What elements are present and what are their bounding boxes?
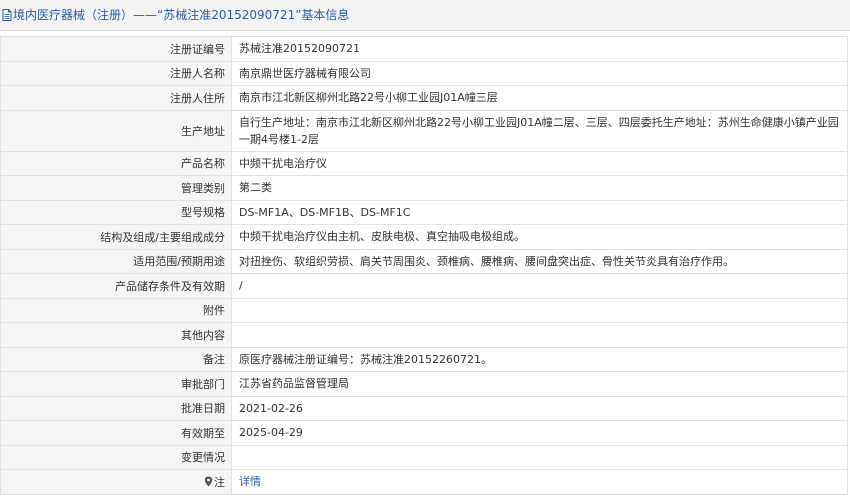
row-value-valid-until: 2025-04-29: [231, 420, 848, 446]
row-value-registrant-address: 南京市江北新区柳州北路22号小柳工业园J01A幢三层: [231, 85, 848, 111]
row-value-approval-dept: 江苏省药品监督管理局: [231, 371, 848, 397]
table-row: 注册人住所 南京市江北新区柳州北路22号小柳工业园J01A幢三层: [0, 85, 848, 111]
table-row: 有效期至 2025-04-29: [0, 420, 848, 446]
detail-table-container: 注册证编号 苏械注准20152090721 注册人名称 南京鼎世医疗器械有限公司…: [0, 36, 848, 495]
row-value-approval-date: 2021-02-26: [231, 395, 848, 421]
row-label-attachment: 附件: [0, 297, 232, 323]
row-label-registrant-address: 注册人住所: [0, 85, 232, 111]
row-label-management-class: 管理类别: [0, 175, 232, 201]
row-label-registrant-name: 注册人名称: [0, 60, 232, 86]
table-row: 备注 原医疗器械注册证编号：苏械注准20152260721。: [0, 346, 848, 372]
detail-table: 注册证编号 苏械注准20152090721 注册人名称 南京鼎世医疗器械有限公司…: [0, 36, 848, 495]
row-label-product-name: 产品名称: [0, 150, 232, 176]
table-row: 型号规格 DS-MF1A、DS-MF1B、DS-MF1C: [0, 199, 848, 225]
row-value-note: 详情: [231, 469, 848, 495]
table-row: 注册证编号 苏械注准20152090721: [0, 36, 848, 62]
row-value-production-address: 自行生产地址：南京市江北新区柳州北路22号小柳工业园J01A幢二层、三层、四层委…: [231, 109, 848, 152]
row-label-note: 注: [0, 469, 232, 495]
row-label-model-spec: 型号规格: [0, 199, 232, 225]
note-label: 注: [214, 475, 225, 489]
row-label-approval-date: 批准日期: [0, 395, 232, 421]
row-label-structure: 结构及组成/主要组成成分: [0, 224, 232, 250]
row-value-remark: 原医疗器械注册证编号：苏械注准20152260721。: [231, 346, 848, 372]
table-row: 批准日期 2021-02-26: [0, 395, 848, 421]
table-row: 适用范围/预期用途 对扭挫伤、软组织劳损、肩关节周围炎、颈椎病、腰椎病、腰间盘突…: [0, 248, 848, 274]
row-label-registration-number: 注册证编号: [0, 36, 232, 62]
table-row: 管理类别 第二类: [0, 175, 848, 201]
row-value-attachment: [231, 297, 848, 323]
table-row: 审批部门 江苏省药品监督管理局: [0, 371, 848, 397]
row-label-other: 其他内容: [0, 322, 232, 348]
row-label-approval-dept: 审批部门: [0, 371, 232, 397]
row-label-changes: 变更情况: [0, 444, 232, 470]
table-row: 产品储存条件及有效期 /: [0, 273, 848, 299]
table-row: 附件: [0, 297, 848, 323]
row-label-valid-until: 有效期至: [0, 420, 232, 446]
row-value-product-name: 中频干扰电治疗仪: [231, 150, 848, 176]
pin-icon: [204, 476, 213, 487]
page-title: 境内医疗器械（注册）——“苏械注准20152090721”基本信息: [13, 8, 350, 22]
row-label-storage: 产品储存条件及有效期: [0, 273, 232, 299]
row-value-registration-number: 苏械注准20152090721: [231, 36, 848, 62]
row-value-other: [231, 322, 848, 348]
row-label-intended-use: 适用范围/预期用途: [0, 248, 232, 274]
row-value-changes: [231, 444, 848, 470]
row-label-production-address: 生产地址: [0, 109, 232, 152]
row-value-management-class: 第二类: [231, 175, 848, 201]
row-label-remark: 备注: [0, 346, 232, 372]
table-row: 产品名称 中频干扰电治疗仪: [0, 150, 848, 176]
details-link[interactable]: 详情: [239, 475, 261, 488]
row-value-storage: /: [231, 273, 848, 299]
row-value-structure: 中频干扰电治疗仪由主机、皮肤电极、真空抽吸电极组成。: [231, 224, 848, 250]
row-value-registrant-name: 南京鼎世医疗器械有限公司: [231, 60, 848, 86]
table-row: 注册人名称 南京鼎世医疗器械有限公司: [0, 60, 848, 86]
row-value-model-spec: DS-MF1A、DS-MF1B、DS-MF1C: [231, 199, 848, 225]
document-icon: [2, 9, 12, 21]
table-row: 其他内容: [0, 322, 848, 348]
table-row: 变更情况: [0, 444, 848, 470]
table-row: 注 详情: [0, 469, 848, 495]
table-row: 结构及组成/主要组成成分 中频干扰电治疗仪由主机、皮肤电极、真空抽吸电极组成。: [0, 224, 848, 250]
row-value-intended-use: 对扭挫伤、软组织劳损、肩关节周围炎、颈椎病、腰椎病、腰间盘突出症、骨性关节炎具有…: [231, 248, 848, 274]
table-row: 生产地址 自行生产地址：南京市江北新区柳州北路22号小柳工业园J01A幢二层、三…: [0, 109, 848, 152]
page-title-bar: 境内医疗器械（注册）——“苏械注准20152090721”基本信息: [0, 0, 850, 31]
